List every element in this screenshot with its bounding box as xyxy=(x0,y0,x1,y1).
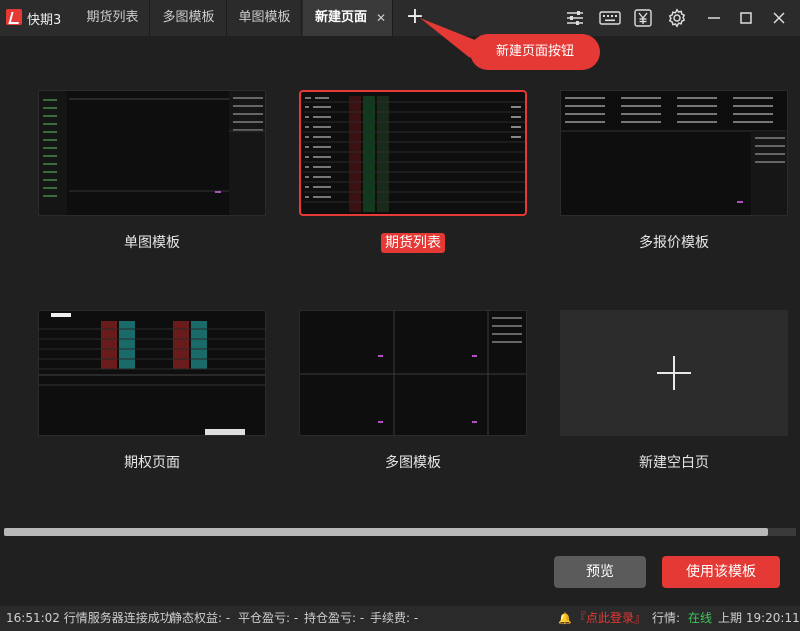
close-icon[interactable] xyxy=(769,8,789,28)
futures-list-preview xyxy=(303,96,525,212)
tab-single-chart[interactable]: 单图模板 xyxy=(228,0,302,36)
template-thumbnail xyxy=(299,310,527,436)
tab-label: 新建页面 xyxy=(315,10,368,25)
status-message: 16:51:02 行情服务器连接成功 xyxy=(6,611,172,625)
hold-profit-loss: 持仓盈亏: - xyxy=(304,611,365,625)
static-equity: 静态权益: - xyxy=(170,611,231,625)
template-label: 多报价模板 xyxy=(639,235,709,251)
template-label: 期权页面 xyxy=(124,455,180,471)
tab-multi-chart[interactable]: 多图模板 xyxy=(151,0,227,36)
tab-new-page[interactable]: 新建页面 ✕ xyxy=(303,0,393,36)
tab-label: 多图模板 xyxy=(162,10,215,25)
template-label: 期货列表 xyxy=(299,232,527,253)
tab-label: 期货列表 xyxy=(86,10,139,25)
settings-sliders-icon[interactable] xyxy=(565,8,585,28)
status-bar: 16:51:02 行情服务器连接成功 静态权益: - 平仓盈亏: - 持仓盈亏:… xyxy=(0,606,800,631)
preview-button[interactable]: 预览 xyxy=(554,556,646,588)
gear-icon[interactable] xyxy=(667,8,687,28)
multi-chart-preview xyxy=(300,311,526,435)
template-thumbnail xyxy=(38,90,266,216)
new-page-tooltip: 新建页面按钮 xyxy=(470,34,600,70)
horizontal-scrollbar[interactable] xyxy=(4,528,796,536)
template-thumbnail xyxy=(299,90,527,216)
close-profit-loss: 平仓盈亏: - xyxy=(238,611,299,625)
keyboard-icon[interactable] xyxy=(599,8,621,28)
tab-futures-list[interactable]: 期货列表 xyxy=(76,0,150,36)
scrollbar-thumb[interactable] xyxy=(4,528,768,536)
tab-close-icon[interactable]: ✕ xyxy=(376,0,386,36)
app-window: 快期3 期货列表 多图模板 单图模板 新建页面 ✕ + 新建页面按钮 单图模板 … xyxy=(0,0,800,631)
yuan-icon[interactable] xyxy=(633,8,653,28)
market-state: 在线 xyxy=(688,611,713,625)
template-thumbnail xyxy=(560,310,788,436)
template-label: 新建空白页 xyxy=(639,455,709,471)
single-chart-preview xyxy=(39,91,265,215)
plus-icon xyxy=(657,356,691,390)
template-label: 多图模板 xyxy=(385,455,441,471)
bell-icon[interactable]: 🔔 xyxy=(558,606,572,631)
app-logo-icon xyxy=(6,9,22,25)
template-label-text: 期货列表 xyxy=(381,233,445,253)
title-bar: 快期3 期货列表 多图模板 单图模板 新建页面 ✕ + xyxy=(0,0,800,36)
multi-quote-preview xyxy=(561,97,787,215)
fee: 手续费: - xyxy=(370,611,419,625)
login-link[interactable]: 『点此登录』 xyxy=(574,606,646,631)
market-label: 行情: xyxy=(652,611,681,625)
template-label: 单图模板 xyxy=(124,235,180,251)
minimize-icon[interactable] xyxy=(704,8,724,28)
options-preview xyxy=(39,313,265,435)
maximize-icon[interactable] xyxy=(736,8,756,28)
template-thumbnail xyxy=(38,310,266,436)
template-thumbnail xyxy=(560,90,788,216)
tab-label: 单图模板 xyxy=(238,10,291,25)
exchange-time: 上期 19:20:11 xyxy=(718,611,800,625)
use-template-button[interactable]: 使用该模板 xyxy=(662,556,780,588)
app-name: 快期3 xyxy=(27,13,62,28)
